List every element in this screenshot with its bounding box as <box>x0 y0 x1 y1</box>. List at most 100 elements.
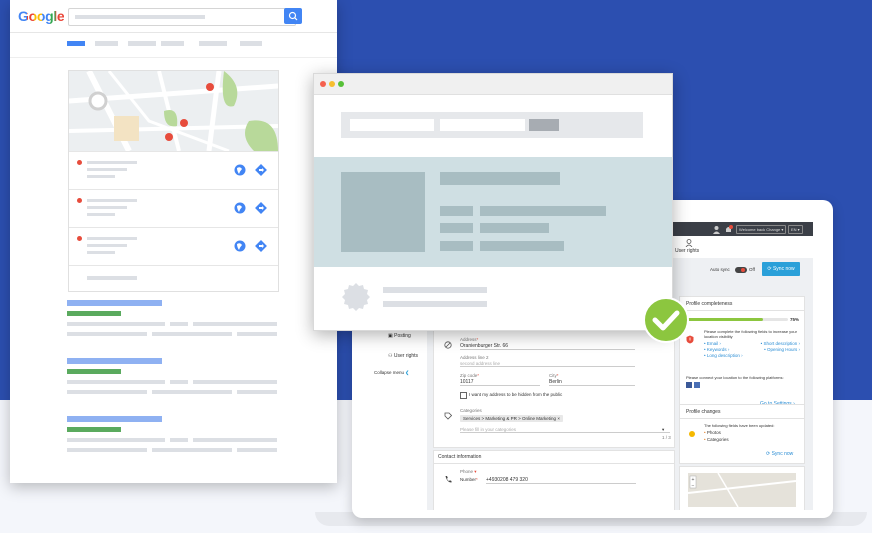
more-results[interactable] <box>69 265 278 292</box>
categories-count: 1 / 3 <box>662 435 671 440</box>
text-bar <box>170 438 188 442</box>
tab[interactable] <box>240 41 262 46</box>
site-hero <box>314 157 672 267</box>
list-item[interactable] <box>69 189 278 228</box>
result-url[interactable] <box>67 369 121 374</box>
close-icon[interactable]: × <box>557 416 560 421</box>
profile-changes-card: Profile changes The following fields hav… <box>679 404 805 464</box>
user-icon: ⚇ <box>388 353 393 359</box>
facebook-icon[interactable] <box>686 382 692 388</box>
address2-input[interactable]: second address line <box>460 361 635 367</box>
sync-icon: ⟳ <box>767 266 772 272</box>
hide-address-checkbox[interactable] <box>460 392 467 399</box>
profile-completeness-card: Profile completeness 75% Please complete… <box>679 296 805 416</box>
placeholder-bar <box>75 15 205 19</box>
tab-active[interactable] <box>67 41 85 46</box>
progress-fill <box>686 318 763 321</box>
users-icon[interactable] <box>712 225 721 234</box>
result-title[interactable] <box>67 416 162 422</box>
phone-number-input[interactable]: +4930208 479 320 <box>486 477 636 484</box>
svg-text:−: − <box>692 483 695 489</box>
text-bar <box>67 438 165 442</box>
website-globe-icon[interactable] <box>234 164 246 176</box>
hero-image <box>341 172 425 252</box>
address2-label: Address line 2 <box>460 355 489 360</box>
changes-sync-now-link[interactable]: ⟳ Sync now <box>766 451 793 457</box>
google-search-input[interactable] <box>68 8 296 26</box>
collapse-menu[interactable]: Collapse menu ❮ <box>374 370 409 376</box>
browser-titlebar <box>314 74 672 95</box>
text-bar <box>237 332 277 336</box>
list-item[interactable] <box>69 151 278 190</box>
zip-label: Zip code* <box>460 373 480 378</box>
map-card: + − <box>679 466 805 510</box>
hero-text-bar <box>480 241 564 251</box>
changes-info: The following fields have been updated: <box>704 423 775 428</box>
map-thumbnail[interactable]: + − <box>688 473 796 507</box>
text-bar <box>237 390 277 394</box>
tab[interactable] <box>161 41 184 46</box>
tab[interactable] <box>199 41 227 46</box>
user-rights-tab[interactable]: User rights <box>675 248 699 254</box>
close-window-button[interactable] <box>320 81 326 87</box>
text-bar <box>87 168 127 171</box>
tab[interactable] <box>128 41 156 46</box>
posting-icon: ▣ <box>388 333 393 339</box>
hero-text-bar <box>480 206 606 216</box>
address-input[interactable]: Oranienburger Str. 66 <box>460 343 635 350</box>
site-location-input[interactable] <box>440 119 525 131</box>
category-tag[interactable]: Services > Marketing & PR > Online Marke… <box>460 415 563 422</box>
chevron-down-icon[interactable]: ▾ <box>662 427 664 433</box>
site-search-button[interactable] <box>529 119 559 131</box>
categories-input[interactable]: Please fill in your categories <box>460 427 670 433</box>
contact-section-title: Contact information <box>438 454 482 460</box>
directions-icon[interactable] <box>255 202 267 214</box>
result-url[interactable] <box>67 427 121 432</box>
tab[interactable] <box>95 41 118 46</box>
text-bar <box>170 322 188 326</box>
sync-icon: ⟳ <box>766 451 771 457</box>
text-bar <box>87 251 115 254</box>
pin-icon <box>77 198 82 203</box>
zip-input[interactable]: 10117 <box>460 379 540 386</box>
text-bar <box>193 438 277 442</box>
website-browser-window <box>313 73 673 331</box>
site-search-input[interactable] <box>350 119 434 131</box>
search-button[interactable] <box>284 8 302 24</box>
sync-now-button[interactable]: ⟳ Sync now <box>762 262 800 276</box>
maximize-window-button[interactable] <box>338 81 344 87</box>
review-text-bar <box>383 287 487 293</box>
sidebar-item-user-rights[interactable]: ⚇ User rights <box>388 353 418 359</box>
missing-field-link[interactable]: • Opening Hours › <box>764 347 800 353</box>
language-dropdown[interactable]: EN ▾ <box>788 225 803 234</box>
list-item[interactable] <box>69 227 278 266</box>
result-title[interactable] <box>67 300 162 306</box>
divider <box>10 57 337 58</box>
badge-icon <box>342 283 370 311</box>
result-url[interactable] <box>67 311 121 316</box>
map[interactable] <box>69 71 278 151</box>
divider <box>680 310 804 311</box>
text-bar <box>193 322 277 326</box>
sidebar-item-posting[interactable]: ▣ Posting <box>388 333 411 339</box>
number-label: Number* <box>460 477 478 482</box>
result-title[interactable] <box>67 358 162 364</box>
platform-icon[interactable] <box>694 382 700 388</box>
directions-icon[interactable] <box>255 164 267 176</box>
text-bar <box>87 206 127 209</box>
minimize-window-button[interactable] <box>329 81 335 87</box>
website-globe-icon[interactable] <box>234 202 246 214</box>
welcome-dropdown[interactable]: Welcome back Change ▾ <box>736 225 787 234</box>
website-globe-icon[interactable] <box>234 240 246 252</box>
completeness-progress <box>686 318 788 321</box>
text-bar <box>87 244 127 247</box>
missing-field-link[interactable]: • Long description › <box>704 353 743 358</box>
tag-icon <box>444 412 452 420</box>
autosync-toggle[interactable] <box>735 267 747 273</box>
changed-field: • Categories <box>704 437 729 442</box>
bell-icon[interactable] <box>724 225 733 234</box>
categories-label: Categories <box>460 408 482 413</box>
city-input[interactable]: Berlin <box>549 379 635 386</box>
hero-text-bar <box>480 223 549 233</box>
directions-icon[interactable] <box>255 240 267 252</box>
